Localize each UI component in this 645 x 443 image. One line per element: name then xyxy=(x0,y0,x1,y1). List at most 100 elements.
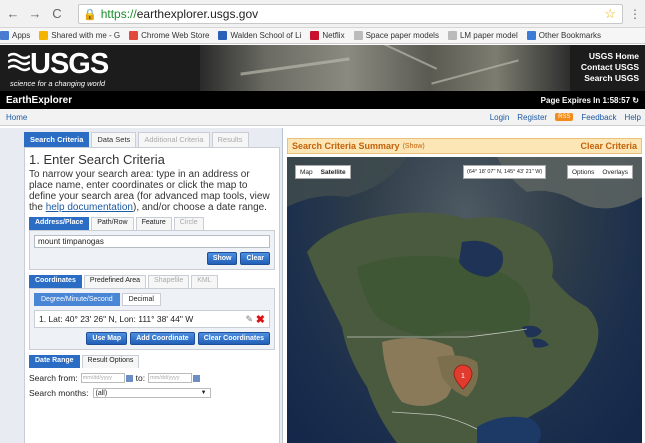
tab-path-row[interactable]: Path/Row xyxy=(91,217,134,230)
usgs-banner: USGS science for a changing world USGS H… xyxy=(0,45,645,91)
map-type-map[interactable]: Map xyxy=(296,169,317,176)
bookmark-item[interactable]: Chrome Web Store xyxy=(129,31,209,40)
use-map-button[interactable]: Use Map xyxy=(86,332,128,345)
bookmark-label: Walden School of Li xyxy=(230,31,302,40)
delete-icon[interactable]: ✖ xyxy=(256,313,265,326)
search-months-label: Search months: xyxy=(29,388,89,398)
tab-circle[interactable]: Circle xyxy=(173,217,204,230)
edit-icon[interactable]: ✎ xyxy=(245,314,253,325)
bookmark-label: Shared with me - G xyxy=(51,31,121,40)
forward-icon[interactable]: → xyxy=(26,5,44,23)
calendar-icon[interactable] xyxy=(193,374,201,382)
map-options-control: Options Overlays xyxy=(567,165,634,179)
tab-shapefile[interactable]: Shapefile xyxy=(148,275,190,288)
tab-decimal[interactable]: Decimal xyxy=(121,293,161,306)
bookmark-star-icon[interactable]: ☆ xyxy=(604,6,616,22)
desc-text-end: ), and/or choose a date range. xyxy=(132,202,267,213)
satellite-imagery[interactable]: 1 xyxy=(287,157,642,443)
tab-address-place[interactable]: Address/Place xyxy=(29,217,90,230)
bookmark-label: Netflix xyxy=(322,31,345,40)
coordinate-tabs: Coordinates Predefined Area Shapefile KM… xyxy=(29,275,275,288)
date-to-input[interactable]: mm/dd/yyyy xyxy=(148,373,193,383)
clear-coordinates-button[interactable]: Clear Coordinates xyxy=(197,332,270,345)
bookmark-item[interactable]: Apps xyxy=(0,31,30,40)
bookmark-favicon-icon xyxy=(526,31,536,40)
browser-toolbar: ← → C 🔒 https:// earthexplorer.usgs.gov … xyxy=(0,0,645,28)
browser-menu-icon[interactable]: ⋮ xyxy=(629,7,641,21)
apps-icon xyxy=(0,31,9,40)
calendar-icon[interactable] xyxy=(125,374,133,382)
map-options-button[interactable]: Options xyxy=(568,169,598,176)
bookmark-item[interactable]: Walden School of Li xyxy=(218,31,301,40)
usgs-tagline: science for a changing world xyxy=(10,79,106,88)
address-section: Show Clear xyxy=(29,230,275,270)
register-link[interactable]: Register xyxy=(517,113,547,122)
tab-data-sets[interactable]: Data Sets xyxy=(91,132,137,147)
clear-address-button[interactable]: Clear xyxy=(240,252,270,265)
address-input[interactable] xyxy=(34,235,270,248)
refresh-icon[interactable]: ↻ xyxy=(632,96,639,105)
feedback-link[interactable]: Feedback xyxy=(581,113,616,122)
main-tabs: Search Criteria Data Sets Additional Cri… xyxy=(24,132,282,147)
contact-usgs-link[interactable]: Contact USGS xyxy=(581,62,639,73)
tab-coordinates[interactable]: Coordinates xyxy=(29,275,82,288)
coordinate-entry: 1. Lat: 40° 23' 26" N, Lon: 111° 38' 44"… xyxy=(34,310,270,328)
usgs-wordmark: USGS xyxy=(30,48,109,80)
months-value: (all) xyxy=(95,389,108,397)
tab-additional-criteria[interactable]: Additional Criteria xyxy=(138,132,210,147)
login-link[interactable]: Login xyxy=(490,113,510,122)
app-title-bar: EarthExplorer Page Expires In 1:58:57 ↻ xyxy=(0,91,645,109)
tab-date-range[interactable]: Date Range xyxy=(29,355,80,368)
tab-kml[interactable]: KML xyxy=(191,275,218,288)
bookmark-favicon-icon xyxy=(353,31,363,40)
address-bar[interactable]: 🔒 https:// earthexplorer.usgs.gov ☆ xyxy=(78,4,623,24)
sub-navigation: Home Login Register RSS Feedback Help xyxy=(0,109,645,126)
usgs-home-link[interactable]: USGS Home xyxy=(581,51,639,62)
bookmark-item[interactable]: LM paper model xyxy=(447,31,518,40)
clear-criteria-link[interactable]: Clear Criteria xyxy=(580,141,637,151)
tab-dms[interactable]: Degree/Minute/Second xyxy=(34,293,120,306)
bookmark-favicon-icon xyxy=(447,31,457,40)
tab-predefined-area[interactable]: Predefined Area xyxy=(83,275,147,288)
app-name: EarthExplorer xyxy=(6,94,73,106)
map-type-satellite[interactable]: Satellite xyxy=(317,169,350,176)
search-usgs-link[interactable]: Search USGS xyxy=(581,73,639,84)
map-overlays-button[interactable]: Overlays xyxy=(598,169,632,176)
banner-aerial-photo xyxy=(200,45,570,91)
reload-icon[interactable]: C xyxy=(48,5,66,23)
summary-show-link[interactable]: (Show) xyxy=(403,143,425,150)
bookmark-label: Other Bookmarks xyxy=(538,31,602,40)
bookmark-item[interactable]: Other Bookmarks xyxy=(526,31,602,40)
tab-feature[interactable]: Feature xyxy=(135,217,172,230)
back-icon[interactable]: ← xyxy=(4,5,22,23)
show-button[interactable]: Show xyxy=(206,252,238,265)
url-host: earthexplorer.usgs.gov xyxy=(136,7,259,21)
bookmark-favicon-icon xyxy=(218,31,228,40)
chevron-down-icon: ▼ xyxy=(200,390,207,396)
map-view[interactable]: 1 Map Satellite (64° 18' 07" N, 145° 43'… xyxy=(287,157,642,443)
bookmark-item[interactable]: Space paper models xyxy=(353,31,439,40)
bookmark-label: Chrome Web Store xyxy=(141,31,210,40)
bookmark-item[interactable]: Netflix xyxy=(310,31,345,40)
tab-result-options[interactable]: Result Options xyxy=(81,355,140,368)
coordinates-section: Degree/Minute/Second Decimal 1. Lat: 40°… xyxy=(29,288,275,350)
months-select[interactable]: (all) ▼ xyxy=(92,388,211,398)
location-tabs: Address/Place Path/Row Feature Circle xyxy=(29,217,275,230)
home-link[interactable]: Home xyxy=(6,113,27,122)
tab-results[interactable]: Results xyxy=(211,132,249,147)
usgs-header-links: USGS Home Contact USGS Search USGS xyxy=(581,51,639,84)
bookmark-favicon-icon xyxy=(310,31,320,40)
bookmark-label: Apps xyxy=(12,31,31,40)
rss-icon[interactable]: RSS xyxy=(555,113,574,121)
help-documentation-link[interactable]: help documentation xyxy=(46,202,133,213)
coordinate-format-tabs: Degree/Minute/Second Decimal xyxy=(34,293,270,306)
tab-search-criteria[interactable]: Search Criteria xyxy=(24,132,90,147)
date-from-input[interactable]: mm/dd/yyyy xyxy=(80,373,125,383)
add-coordinate-button[interactable]: Add Coordinate xyxy=(130,332,195,345)
bookmark-favicon-icon xyxy=(129,31,139,40)
bookmark-favicon-icon xyxy=(39,31,49,40)
bookmark-item[interactable]: Shared with me - G xyxy=(39,31,120,40)
criteria-title: 1. Enter Search Criteria xyxy=(29,152,165,167)
help-link[interactable]: Help xyxy=(625,113,641,122)
months-row: Search months: (all) ▼ xyxy=(29,388,275,398)
